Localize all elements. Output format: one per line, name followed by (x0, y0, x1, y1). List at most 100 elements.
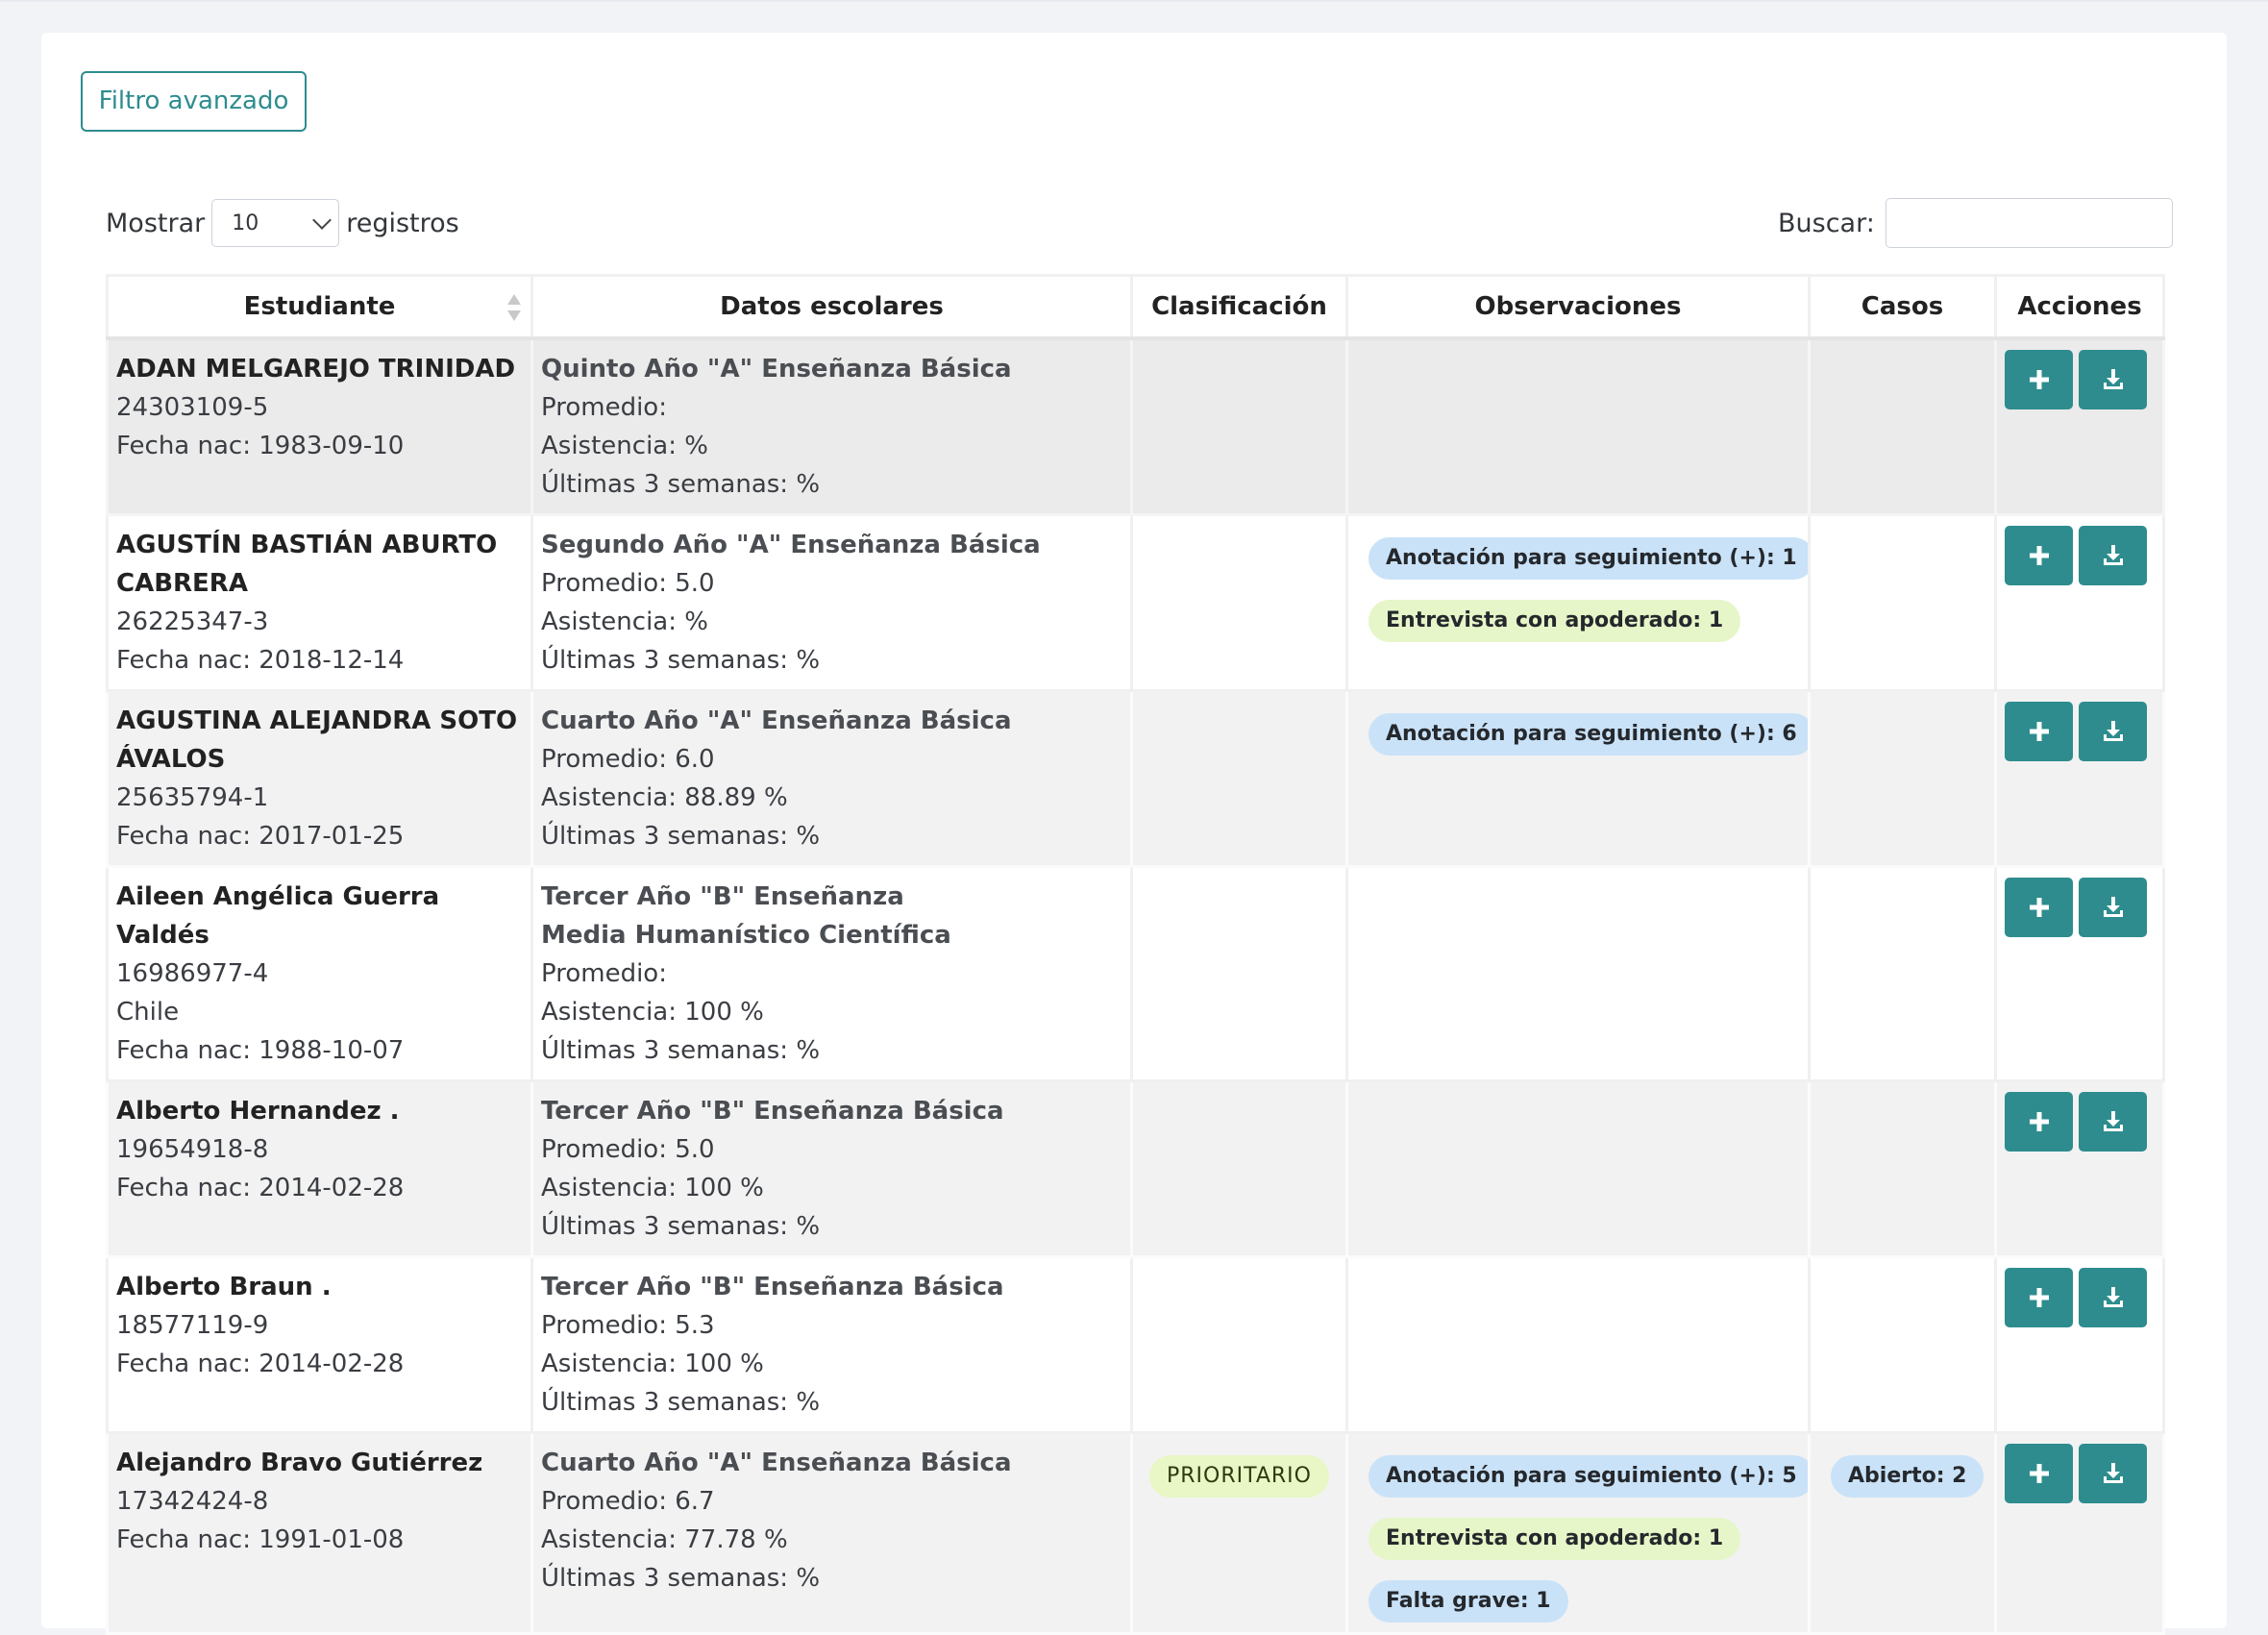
page-length-select[interactable]: 10 (211, 199, 340, 247)
table-header-row: Estudiante Datos escolares Clasificación… (106, 274, 2165, 340)
classification-cell (1130, 689, 1348, 868)
student-cell: AGUSTÍN BASTIÁN ABURTO CABRERA 26225347-… (106, 513, 533, 692)
download-button[interactable] (2079, 350, 2147, 409)
download-button[interactable] (2079, 1092, 2147, 1152)
course-name: Cuarto Año "A" Enseñanza Básica (541, 706, 1012, 735)
cases-cell (1808, 513, 1997, 692)
school-data-cell: Tercer Año "B" Enseñanza Básica Promedio… (530, 1255, 1133, 1434)
school-data-cell: Tercer Año "B" Enseñanza Media Humanísti… (530, 865, 1133, 1082)
course-name: Cuarto Año "A" Enseñanza Básica (541, 1449, 1012, 1477)
school-data-cell: Quinto Año "A" Enseñanza Básica Promedio… (530, 336, 1133, 516)
classification-cell: PRIORITARIO (1130, 1431, 1348, 1635)
student-name: Alberto Hernandez . (116, 1097, 400, 1126)
student-birthdate: Fecha nac: 1983-09-10 (116, 432, 405, 460)
student-rut: 26225347-3 (116, 607, 269, 636)
student-cell: AGUSTINA ALEJANDRA SOTO ÁVALOS 25635794-… (106, 689, 533, 868)
add-button[interactable] (2005, 1268, 2073, 1327)
plus-icon (2029, 1464, 2049, 1483)
download-button[interactable] (2079, 878, 2147, 937)
student-birthdate: Fecha nac: 1988-10-07 (116, 1036, 405, 1065)
search-label: Buscar: (1778, 208, 1875, 238)
student-rut: 25635794-1 (116, 783, 269, 812)
observation-badge: Anotación para seguimiento (+): 5 (1368, 1455, 1807, 1498)
average: Promedio: 6.0 (541, 745, 715, 774)
student-name: Alejandro Bravo Gutiérrez (116, 1449, 483, 1477)
page-length-value: 10 (232, 211, 259, 235)
last-weeks-attendance: Últimas 3 semanas: % (541, 1388, 821, 1417)
download-button[interactable] (2079, 526, 2147, 585)
download-button[interactable] (2079, 1444, 2147, 1503)
search-input[interactable] (1885, 198, 2173, 248)
advanced-filter-button[interactable]: Filtro avanzado (81, 71, 307, 132)
student-cell: Alberto Braun . 18577119-9 Fecha nac: 20… (106, 1255, 533, 1434)
student-rut: 16986977-4 (116, 959, 269, 988)
student-rut: 19654918-8 (116, 1135, 269, 1164)
case-badge: Abierto: 2 (1831, 1455, 1984, 1498)
download-button[interactable] (2079, 702, 2147, 761)
classification-cell (1130, 1079, 1348, 1258)
column-header-clasificacion: Clasificación (1130, 274, 1348, 340)
average: Promedio: 5.3 (541, 1311, 715, 1340)
search-control: Buscar: (1778, 197, 2173, 249)
add-button[interactable] (2005, 1444, 2073, 1503)
school-data-cell: Cuarto Año "A" Enseñanza Básica Promedio… (530, 1431, 1133, 1635)
students-table: Estudiante Datos escolares Clasificación… (106, 274, 2165, 1635)
length-label-before: Mostrar (106, 208, 206, 238)
average: Promedio: 5.0 (541, 1135, 715, 1164)
last-weeks-attendance: Últimas 3 semanas: % (541, 470, 821, 499)
cases-cell (1808, 1079, 1997, 1258)
observations-cell (1345, 1079, 1811, 1258)
plus-icon (2029, 1112, 2049, 1131)
student-rut: 17342424-8 (116, 1487, 269, 1516)
content-card: Filtro avanzado Mostrar 10 registros Bus… (41, 33, 2227, 1635)
table-row: Alejandro Bravo Gutiérrez 17342424-8 Fec… (106, 1431, 2165, 1635)
last-weeks-attendance: Últimas 3 semanas: % (541, 1564, 821, 1593)
cases-cell: Abierto: 2 (1808, 1431, 1997, 1635)
table-row: ADAN MELGAREJO TRINIDAD 24303109-5 Fecha… (106, 336, 2165, 516)
add-button[interactable] (2005, 526, 2073, 585)
actions-cell (1994, 1079, 2165, 1258)
student-birthdate: Fecha nac: 2017-01-25 (116, 822, 405, 851)
download-icon (2103, 721, 2123, 741)
actions-cell (1994, 865, 2165, 1082)
attendance: Asistencia: 77.78 % (541, 1525, 788, 1554)
student-rut: 24303109-5 (116, 393, 269, 422)
page-length-control: Mostrar 10 registros (106, 197, 459, 249)
cases-cell (1808, 336, 1997, 516)
classification-badge: PRIORITARIO (1148, 1455, 1329, 1498)
actions-cell (1994, 689, 2165, 868)
school-data-cell: Cuarto Año "A" Enseñanza Básica Promedio… (530, 689, 1133, 868)
table-row: Alberto Hernandez . 19654918-8 Fecha nac… (106, 1079, 2165, 1258)
course-name: Tercer Año "B" Enseñanza Básica (541, 1097, 1004, 1126)
add-button[interactable] (2005, 702, 2073, 761)
download-button[interactable] (2079, 1268, 2147, 1327)
download-icon (2103, 1463, 2123, 1483)
student-birthdate: Fecha nac: 1991-01-08 (116, 1525, 405, 1554)
last-weeks-attendance: Últimas 3 semanas: % (541, 646, 821, 675)
classification-cell (1130, 865, 1348, 1082)
student-rut: 18577119-9 (116, 1311, 269, 1340)
observation-badge: Entrevista con apoderado: 1 (1368, 600, 1741, 642)
column-header-observaciones: Observaciones (1345, 274, 1811, 340)
cases-cell (1808, 1255, 1997, 1434)
student-cell: Alberto Hernandez . 19654918-8 Fecha nac… (106, 1079, 533, 1258)
column-header-estudiante[interactable]: Estudiante (106, 274, 533, 340)
table-row: AGUSTÍN BASTIÁN ABURTO CABRERA 26225347-… (106, 513, 2165, 692)
observations-cell (1345, 865, 1811, 1082)
observations-cell: Anotación para seguimiento (+): 5 Entrev… (1345, 1431, 1811, 1635)
length-label-after: registros (346, 208, 459, 238)
classification-cell (1130, 513, 1348, 692)
plus-icon (2029, 898, 2049, 917)
add-button[interactable] (2005, 350, 2073, 409)
add-button[interactable] (2005, 878, 2073, 937)
attendance: Asistencia: 100 % (541, 1174, 764, 1202)
last-weeks-attendance: Últimas 3 semanas: % (541, 1212, 821, 1241)
student-name: AGUSTINA ALEJANDRA SOTO ÁVALOS (116, 706, 518, 774)
student-birthdate: Fecha nac: 2014-02-28 (116, 1350, 405, 1378)
cases-cell (1808, 865, 1997, 1082)
course-name: Tercer Año "B" Enseñanza Básica (541, 1273, 1004, 1301)
column-header-datos-escolares: Datos escolares (530, 274, 1133, 340)
add-button[interactable] (2005, 1092, 2073, 1152)
download-icon (2103, 1287, 2123, 1307)
observations-cell: Anotación para seguimiento (+): 6 (1345, 689, 1811, 868)
